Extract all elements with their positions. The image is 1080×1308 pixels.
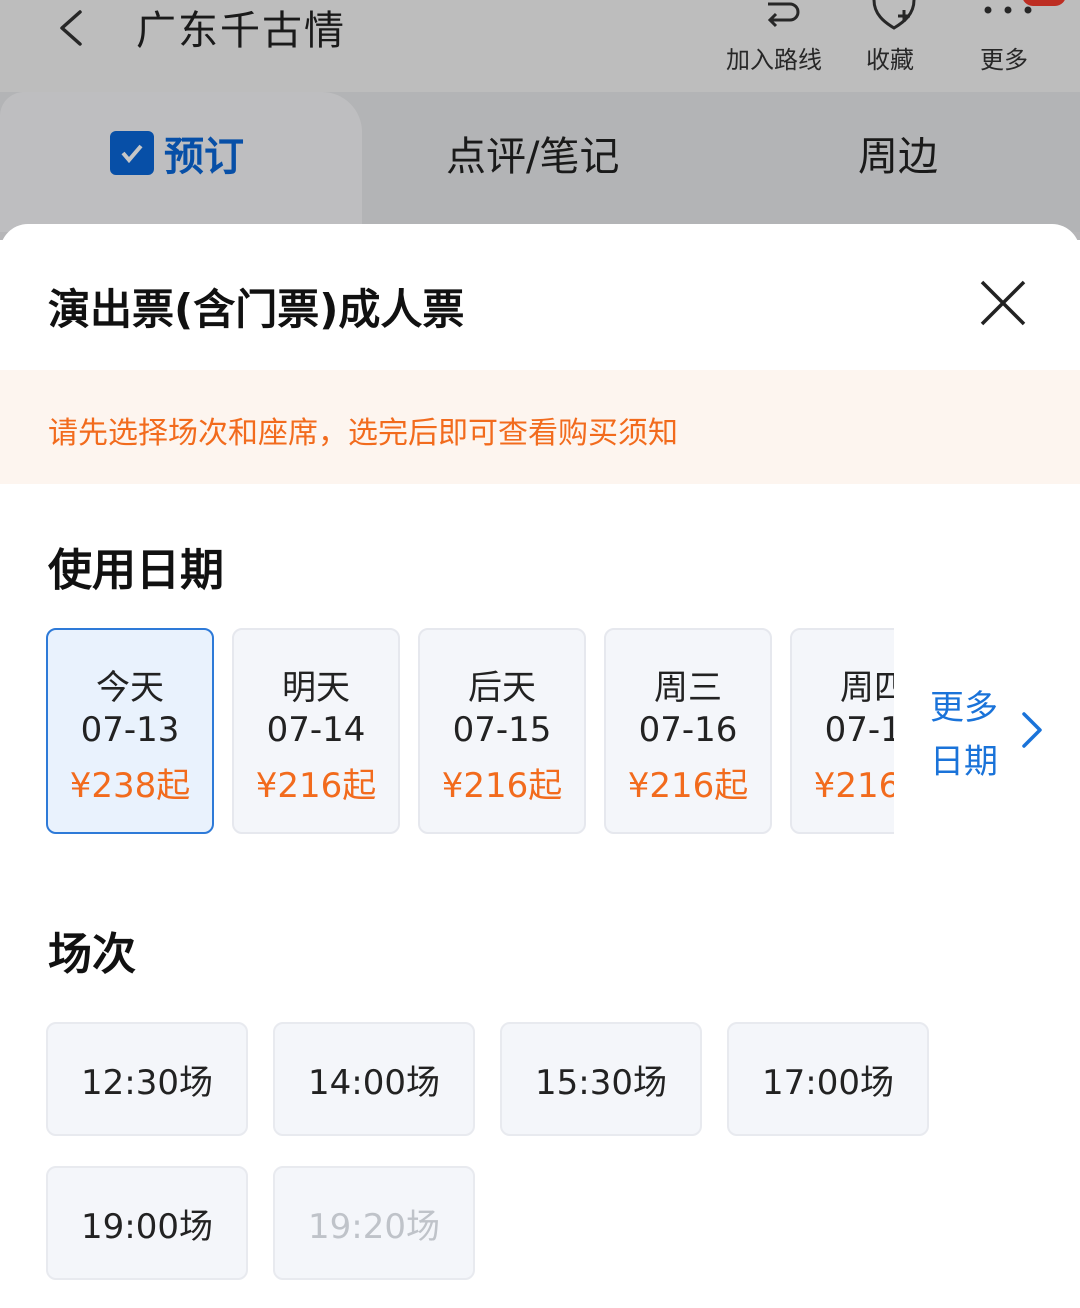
date-card-price: ¥216起 <box>255 766 377 806</box>
date-card-date: 07-15 <box>452 710 552 750</box>
date-card-day: 明天 <box>282 668 350 708</box>
more-dates-label-line1: 更多 <box>930 688 998 728</box>
date-card-day: 周四 <box>840 668 894 708</box>
date-card-day: 今天 <box>96 668 164 708</box>
notice-banner: 请先选择场次和座席，选完后即可查看购买须知 <box>0 370 1080 484</box>
more-dates-button[interactable]: 更多 日期 <box>930 680 1050 790</box>
date-card-price: ¥216起 <box>627 766 749 806</box>
date-card-2[interactable]: 后天 07-15 ¥216起 <box>418 628 586 834</box>
date-card-price: ¥216起 <box>813 766 894 806</box>
date-card-3[interactable]: 周三 07-16 ¥216起 <box>604 628 772 834</box>
modal-scrim[interactable] <box>0 0 1080 240</box>
session-section-title: 场次 <box>48 929 136 980</box>
session-button-5-disabled: 19:20场 <box>273 1166 475 1280</box>
date-card-1[interactable]: 明天 07-14 ¥216起 <box>232 628 400 834</box>
close-icon[interactable] <box>978 278 1028 328</box>
ticket-selection-sheet: 演出票(含门票)成人票 请先选择场次和座席，选完后即可查看购买须知 使用日期 今… <box>0 224 1080 1308</box>
sheet-title: 演出票(含门票)成人票 <box>48 285 465 334</box>
date-card-price: ¥216起 <box>441 766 563 806</box>
date-card-date: 07-13 <box>80 710 180 750</box>
date-card-4[interactable]: 周四 07-17 ¥216起 <box>790 628 894 834</box>
date-list: 今天 07-13 ¥238起 明天 07-14 ¥216起 后天 07-15 ¥… <box>46 626 894 834</box>
date-card-day: 后天 <box>468 668 536 708</box>
date-card-date: 07-17 <box>824 710 894 750</box>
session-button-4[interactable]: 19:00场 <box>46 1166 248 1280</box>
date-card-0[interactable]: 今天 07-13 ¥238起 <box>46 628 214 834</box>
session-button-1[interactable]: 14:00场 <box>273 1022 475 1136</box>
date-section-title: 使用日期 <box>48 545 224 596</box>
more-dates-label-line2: 日期 <box>930 742 998 782</box>
session-button-2[interactable]: 15:30场 <box>500 1022 702 1136</box>
date-card-day: 周三 <box>654 668 722 708</box>
session-button-3[interactable]: 17:00场 <box>727 1022 929 1136</box>
date-card-date: 07-16 <box>638 710 738 750</box>
chevron-right-icon <box>1022 712 1042 748</box>
date-card-price: ¥238起 <box>69 766 191 806</box>
notice-text: 请先选择场次和座席，选完后即可查看购买须知 <box>48 416 678 451</box>
session-button-0[interactable]: 12:30场 <box>46 1022 248 1136</box>
date-card-date: 07-14 <box>266 710 366 750</box>
